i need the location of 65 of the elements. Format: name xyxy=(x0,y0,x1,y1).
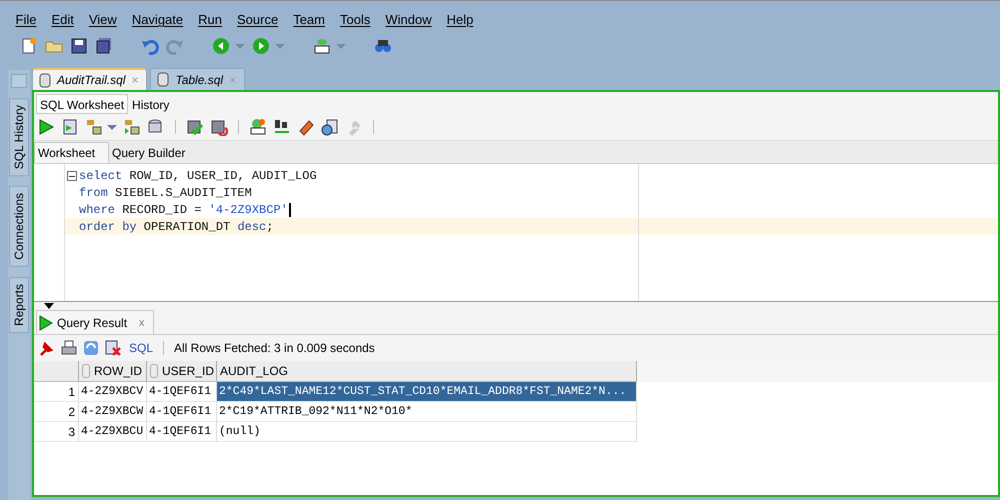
side-tab[interactable]: Reports xyxy=(9,276,29,333)
table-cell: 4-1QEF6I1 xyxy=(147,422,217,442)
code-line: select ROW_ID, USER_ID, AUDIT_LOG xyxy=(79,168,317,182)
menu-item[interactable]: Navigate xyxy=(124,10,191,32)
menu-item[interactable]: Team xyxy=(286,10,332,32)
save-icon[interactable] xyxy=(70,37,88,55)
panel-tab[interactable]: History xyxy=(128,94,174,114)
editor-tab[interactable]: Query Builder xyxy=(109,143,196,163)
side-tab[interactable]: SQL History xyxy=(9,98,29,176)
menu-item[interactable]: Edit xyxy=(44,10,82,32)
row-number: 1 xyxy=(34,382,79,402)
table-cell: (null) xyxy=(217,422,637,442)
menu-item[interactable]: Window xyxy=(378,10,440,32)
binoculars-icon[interactable] xyxy=(374,37,392,55)
commit-icon[interactable] xyxy=(186,118,204,136)
row-number: 3 xyxy=(34,422,79,442)
database-icon xyxy=(157,72,170,87)
table-cell: 4-1QEF6I1 xyxy=(147,402,217,422)
run-icon[interactable] xyxy=(37,118,55,136)
tab-label: Table.sql xyxy=(175,72,224,86)
row-number-header xyxy=(34,361,79,382)
side-tab[interactable]: Connections xyxy=(9,186,29,267)
sql-icon[interactable] xyxy=(249,118,267,136)
run-icon xyxy=(39,314,53,330)
column-header[interactable]: USER_ID xyxy=(147,361,217,382)
tab-label: Query Result xyxy=(57,316,128,330)
rollback-icon[interactable] xyxy=(210,118,228,136)
menu-item[interactable]: Run xyxy=(190,10,230,32)
dropdown-caret-icon[interactable] xyxy=(107,124,117,130)
menu-item[interactable]: Tools xyxy=(332,10,378,32)
script-icon[interactable] xyxy=(61,118,79,136)
sql-link[interactable]: SQL xyxy=(129,341,154,355)
close-icon[interactable]: x xyxy=(139,316,145,328)
code-line: from SIEBEL.S_AUDIT_ITEM xyxy=(79,186,252,200)
tab-label: AuditTrail.sql xyxy=(57,73,126,87)
menu-item[interactable]: Help xyxy=(439,10,481,32)
menu-item[interactable]: View xyxy=(81,10,124,32)
pin-icon[interactable] xyxy=(39,340,55,356)
menu-item[interactable]: File xyxy=(8,10,44,32)
code-line: where RECORD_ID = '4-2Z9XBCP' xyxy=(79,202,288,216)
result-tab[interactable]: Query Result x xyxy=(36,310,154,334)
editor-tab[interactable]: Worksheet xyxy=(34,142,109,163)
forward-icon[interactable] xyxy=(252,37,270,55)
table-cell: 2*C49*LAST_NAME12*CUST_STAT_CD10*EMAIL_ADDR8*FST_NAME2*N... xyxy=(217,382,637,402)
printer-icon[interactable] xyxy=(61,340,77,356)
fetch-status: All Rows Fetched: 3 in 0.009 seconds xyxy=(174,341,375,355)
table-cell: 4-2Z9XBCW xyxy=(79,402,147,422)
table-cell: 4-2Z9XBCU xyxy=(79,422,147,442)
database-icon xyxy=(39,72,51,88)
menu-item[interactable]: Source xyxy=(229,10,286,32)
back-icon[interactable] xyxy=(212,37,230,55)
column-header[interactable]: ROW_ID xyxy=(79,361,147,382)
row-number: 2 xyxy=(34,402,79,422)
file-tab[interactable]: AuditTrail.sql × xyxy=(32,68,148,90)
save-all-icon[interactable] xyxy=(95,37,113,55)
new-file-icon[interactable] xyxy=(20,37,38,55)
panel-tab[interactable]: SQL Worksheet xyxy=(36,94,128,114)
table-cell: 2*C19*ATTRIB_092*N11*N2*O10* xyxy=(217,402,637,422)
eraser-icon[interactable] xyxy=(297,118,315,136)
fold-icon[interactable] xyxy=(67,171,77,181)
table-cell: 4-2Z9XBCV xyxy=(79,382,147,402)
file-tab[interactable]: Table.sql × xyxy=(150,68,246,90)
clear-document-icon[interactable] xyxy=(105,340,121,356)
code-editor[interactable]: select ROW_ID, USER_ID, AUDIT_LOG from SIEBEL.S_AUDIT_ITEM where RECORD_ID = '4-2Z9XBCP' order by OPERATION_DT desc; xyxy=(34,164,998,301)
code-line: order by OPERATION_DT desc; xyxy=(79,220,274,234)
